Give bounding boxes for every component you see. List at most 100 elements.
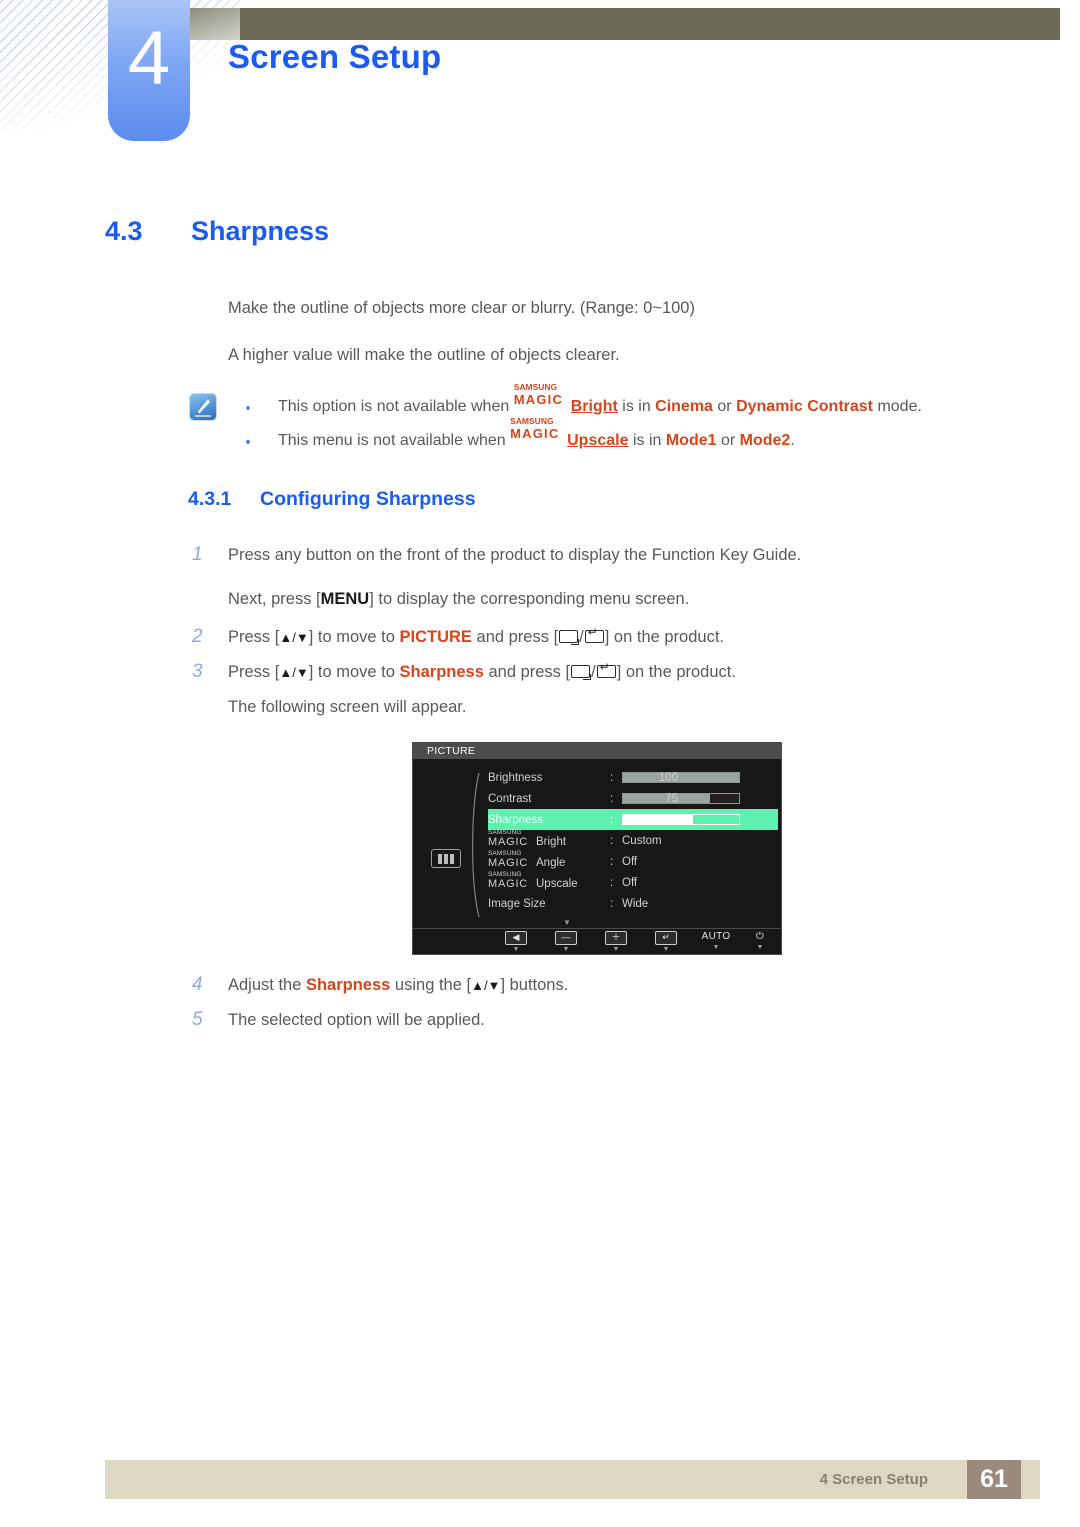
section-paragraph-1: Make the outline of objects more clear o… <box>228 299 695 317</box>
up-down-arrow-keys-icon: ▲/▼ <box>471 978 501 993</box>
step-pre: Adjust the <box>228 976 306 994</box>
bullet-conjunction: or <box>716 432 740 449</box>
osd-row-magic-angle[interactable]: SAMSUNG MAGIC Angle : Off <box>488 849 778 872</box>
osd-row-sharpness[interactable]: Sharpness : 60 <box>488 809 778 830</box>
chevron-down-icon: ▼ <box>512 946 520 953</box>
samsung-magic-logo: SAMSUNG MAGIC <box>488 828 529 848</box>
step-number: 5 <box>192 1009 203 1030</box>
step-text: Press any button on the front of the pro… <box>228 546 802 564</box>
up-down-arrow-keys-icon: ▲/▼ <box>279 665 309 680</box>
chevron-down-icon: ▼ <box>662 946 670 953</box>
footer-text: 4 Screen Setup <box>819 1471 928 1488</box>
step-mid-2: and press [ <box>471 628 559 646</box>
osd-row-label: Contrast <box>488 792 532 805</box>
step-target: Sharpness <box>399 663 484 681</box>
step-mid-2: and press [ <box>483 663 571 681</box>
scroll-down-icon[interactable]: ▼ <box>563 918 571 927</box>
step-number: 2 <box>192 626 203 647</box>
osd-body: Brightness : 100 Contrast : 75 Sharpness… <box>413 759 781 929</box>
section-paragraph-2: A higher value will make the outline of … <box>228 346 620 364</box>
step-mid: ] to move to <box>308 628 400 646</box>
step-target: Sharpness <box>305 976 391 994</box>
bullet-value-1: Cinema <box>655 398 713 415</box>
osd-row-brightness[interactable]: Brightness : 100 <box>488 767 778 788</box>
samsung-magic-logo: SAMSUNG MAGIC <box>488 849 529 869</box>
samsung-magic-logo: SAMSUNG MAGIC <box>510 416 560 441</box>
osd-colon: : <box>610 876 614 889</box>
step-post: ] buttons. <box>500 976 569 994</box>
chapter-tab: 4 <box>108 0 190 141</box>
enter-icon[interactable]: ↵ ▼ <box>649 931 683 953</box>
list-item: 4 Adjust the Sharpness using the [▲/▼] bu… <box>190 968 568 1003</box>
osd-row-label-text: Angle <box>536 856 566 869</box>
auto-button[interactable]: AUTO ▼ <box>699 931 733 951</box>
step-subtext: The following screen will appear. <box>228 698 467 716</box>
osd-colon: : <box>610 897 614 910</box>
list-item: 3 Press [▲/▼] to move to Sharpness and pr… <box>190 655 801 690</box>
minus-icon[interactable]: — ▼ <box>549 931 583 953</box>
list-item: This option is not available when SAMSUN… <box>240 382 922 424</box>
bullet-feature-name: Upscale <box>567 432 629 449</box>
osd-row-label-text: Upscale <box>536 877 578 890</box>
bullet-value-1: Mode1 <box>665 432 717 449</box>
list-item: 1 Press any button on the front of the pr… <box>190 538 801 572</box>
chapter-title: Screen Setup <box>228 38 442 75</box>
osd-colon: : <box>610 771 614 784</box>
step-sub-post: ] to display the corresponding menu scre… <box>369 590 690 608</box>
osd-row-label-text: Bright <box>536 835 567 848</box>
bullet-tail-text: mode. <box>873 398 922 415</box>
osd-row-magic-bright[interactable]: SAMSUNG MAGIC Bright : Custom <box>488 828 778 851</box>
osd-title: PICTURE <box>413 743 781 759</box>
step-pre: Press [ <box>228 663 280 681</box>
osd-row-magic-upscale[interactable]: SAMSUNG MAGIC Upscale : Off <box>488 870 778 893</box>
samsung-magic-logo: SAMSUNG MAGIC <box>513 382 564 407</box>
step-mid: ] to move to <box>308 663 400 681</box>
osd-colon: : <box>610 855 614 868</box>
osd-row-label: Image Size <box>488 897 546 910</box>
step-sub-pre: Next, press [ <box>228 590 321 608</box>
bullet-conjunction: or <box>712 398 737 415</box>
osd-colon: : <box>610 834 614 847</box>
osd-colon: : <box>610 792 614 805</box>
return-box-icon <box>571 665 592 680</box>
return-box-icon <box>559 630 580 645</box>
chevron-down-icon: ▼ <box>756 944 764 951</box>
power-icon[interactable]: ⏻ ▼ <box>749 931 771 951</box>
step-target: PICTURE <box>399 628 472 646</box>
chevron-down-icon: ▼ <box>562 946 570 953</box>
osd-row-contrast[interactable]: Contrast : 75 <box>488 788 778 809</box>
list-item: This menu is not available when SAMSUNG M… <box>240 416 922 458</box>
step-number: 3 <box>192 661 203 682</box>
osd-row-value: 60 <box>665 813 678 826</box>
step-subtext: Next, press [MENU] to display the corres… <box>190 582 801 616</box>
osd-row-value: Wide <box>622 897 649 910</box>
step-text: The selected option will be applied. <box>228 1011 485 1029</box>
chevron-down-icon: ▼ <box>712 944 720 951</box>
osd-brace-decoration <box>472 772 480 918</box>
section-title: Sharpness <box>191 216 330 246</box>
osd-row-label: Sharpness <box>488 813 543 826</box>
enter-box-icon <box>584 626 604 643</box>
header-bar <box>190 8 1060 40</box>
menu-key-label: MENU <box>320 590 370 608</box>
bullet-value-2: Dynamic Contrast <box>736 398 873 415</box>
plus-icon[interactable]: ＋ ▼ <box>599 931 633 953</box>
samsung-magic-logo: SAMSUNG MAGIC <box>488 870 529 890</box>
step-pre: Press [ <box>228 628 280 646</box>
subsection-title: Configuring Sharpness <box>260 488 476 510</box>
section-number: 4.3 <box>105 216 143 246</box>
list-item: 5 The selected option will be applied. <box>190 1003 568 1037</box>
osd-row-image-size[interactable]: Image Size : Wide <box>488 893 778 914</box>
page-title: 4.3 Sharpness <box>105 216 329 247</box>
page-footer: 4 Screen Setup 61 <box>105 1460 1040 1499</box>
osd-footer-toolbar: ◀ ▼ — ▼ ＋ ▼ ↵ ▼ AUTO ▼ ⏻ ▼ <box>413 928 781 954</box>
bullet-feature-name: Bright <box>570 398 618 415</box>
osd-row-label: Brightness <box>488 771 543 784</box>
subsection-heading: 4.3.1 Configuring Sharpness <box>188 488 476 511</box>
enter-box-icon <box>596 661 616 678</box>
step-number: 1 <box>192 544 203 565</box>
step-mid: using the [ <box>390 976 472 994</box>
back-arrow-icon[interactable]: ◀ ▼ <box>499 931 533 953</box>
picture-mode-icon <box>431 849 461 868</box>
note-bullet-list: This option is not available when SAMSUN… <box>240 382 922 458</box>
